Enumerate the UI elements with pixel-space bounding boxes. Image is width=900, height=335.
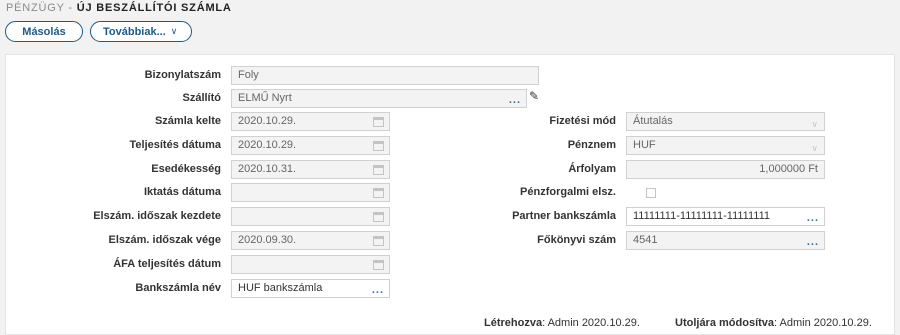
supplier-value: ELMŰ Nyrt (238, 92, 292, 104)
partner-bank-account-picker-icon[interactable]: ... (807, 210, 819, 225)
chevron-down-icon: ∨ (811, 143, 818, 153)
calendar-icon[interactable] (373, 188, 384, 198)
ledger-number-field[interactable]: 4541 ... (626, 231, 825, 250)
period-start-field[interactable] (231, 207, 390, 226)
modified-label: Utoljára módosítva (675, 317, 775, 329)
ledger-number-label: Főkönyvi szám (537, 234, 616, 246)
ledger-number-picker-icon[interactable]: ... (807, 234, 819, 249)
more-actions-label: Továbbiak... (103, 25, 166, 38)
period-start-label: Elszám. időszak kezdete (93, 210, 221, 222)
bank-account-picker-icon[interactable]: ... (372, 282, 384, 297)
period-end-label: Elszám. időszak vége (108, 234, 222, 246)
bank-account-name-value: HUF bankszámla (238, 282, 323, 294)
period-end-field[interactable]: 2020.09.30. (231, 231, 390, 250)
copy-button-label: Másolás (22, 25, 66, 38)
breadcrumb: Pénzügy - Új beszállítói számla (6, 2, 232, 14)
document-number-field[interactable]: Foly (231, 66, 539, 85)
currency-value: HUF (633, 139, 656, 151)
completion-date-field[interactable]: 2020.10.29. (231, 136, 390, 155)
vat-date-label: ÁFA teljesítés dátum (113, 258, 221, 270)
created-value: : Admin 2020.10.29. (542, 317, 640, 329)
modified-info: Utoljára módosítva: Admin 2020.10.29. (675, 317, 872, 329)
more-actions-button[interactable]: Továbbiak... ∨ (90, 21, 192, 42)
calendar-icon[interactable] (373, 141, 384, 151)
completion-date-label: Teljesítés dátuma (129, 139, 222, 151)
calendar-icon[interactable] (373, 260, 384, 270)
modified-value: : Admin 2020.10.29. (774, 317, 872, 329)
due-date-value: 2020.10.31. (238, 163, 297, 175)
supplier-picker-icon[interactable]: ... (509, 92, 521, 107)
payment-method-value: Átutalás (633, 115, 673, 127)
invoice-date-value: 2020.10.29. (238, 115, 297, 127)
copy-button[interactable]: Másolás (5, 21, 83, 42)
vat-date-field[interactable] (231, 255, 390, 274)
invoice-form-panel: Bizonylatszám Foly Szállító ELMŰ Nyrt ..… (5, 54, 895, 335)
partner-bank-account-field[interactable]: 11111111-11111111-11111111 ... (626, 207, 825, 226)
filing-date-field[interactable] (231, 183, 390, 202)
page-title: Új beszállítói számla (76, 2, 232, 14)
period-end-value: 2020.09.30. (238, 234, 297, 246)
supplier-label: Szállító (182, 92, 221, 104)
created-label: Létrehozva (484, 317, 543, 329)
bank-account-name-label: Bankszámla név (135, 282, 221, 294)
partner-bank-account-label: Partner bankszámla (512, 210, 616, 222)
currency-select[interactable]: HUF ∨ (626, 136, 825, 155)
invoice-date-label: Számla kelte (154, 115, 221, 127)
completion-date-value: 2020.10.29. (238, 139, 297, 151)
chevron-down-icon: ∨ (170, 26, 178, 36)
document-number-label: Bizonylatszám (144, 69, 221, 81)
payment-method-label: Fizetési mód (549, 115, 616, 127)
invoice-date-field[interactable]: 2020.10.29. (231, 112, 390, 131)
bank-account-name-field[interactable]: HUF bankszámla ... (231, 279, 390, 298)
exchange-rate-field[interactable]: 1,000000 Ft (626, 160, 825, 179)
due-date-field[interactable]: 2020.10.31. (231, 160, 390, 179)
toolbar: Másolás Továbbiak... ∨ (5, 21, 192, 42)
breadcrumb-section[interactable]: Pénzügy - (6, 2, 77, 14)
supplier-field[interactable]: ELMŰ Nyrt ... (231, 89, 527, 108)
calendar-icon[interactable] (373, 212, 384, 222)
created-info: Létrehozva: Admin 2020.10.29. (484, 317, 640, 329)
exchange-rate-label: Árfolyam (568, 163, 616, 175)
calendar-icon[interactable] (373, 117, 384, 127)
calendar-icon[interactable] (373, 165, 384, 175)
ledger-number-value: 4541 (633, 234, 658, 246)
partner-bank-account-value: 11111111-11111111-11111111 (633, 210, 771, 222)
cash-accounting-checkbox[interactable] (646, 188, 656, 198)
currency-label: Pénznem (567, 139, 616, 151)
cash-accounting-label: Pénzforgalmi elsz. (520, 186, 616, 198)
payment-method-select[interactable]: Átutalás ∨ (626, 112, 825, 131)
edit-icon[interactable]: ✎ (529, 89, 539, 103)
filing-date-label: Iktatás dátuma (143, 186, 221, 198)
due-date-label: Esedékesség (151, 163, 221, 175)
calendar-icon[interactable] (373, 236, 384, 246)
chevron-down-icon: ∨ (811, 119, 818, 129)
